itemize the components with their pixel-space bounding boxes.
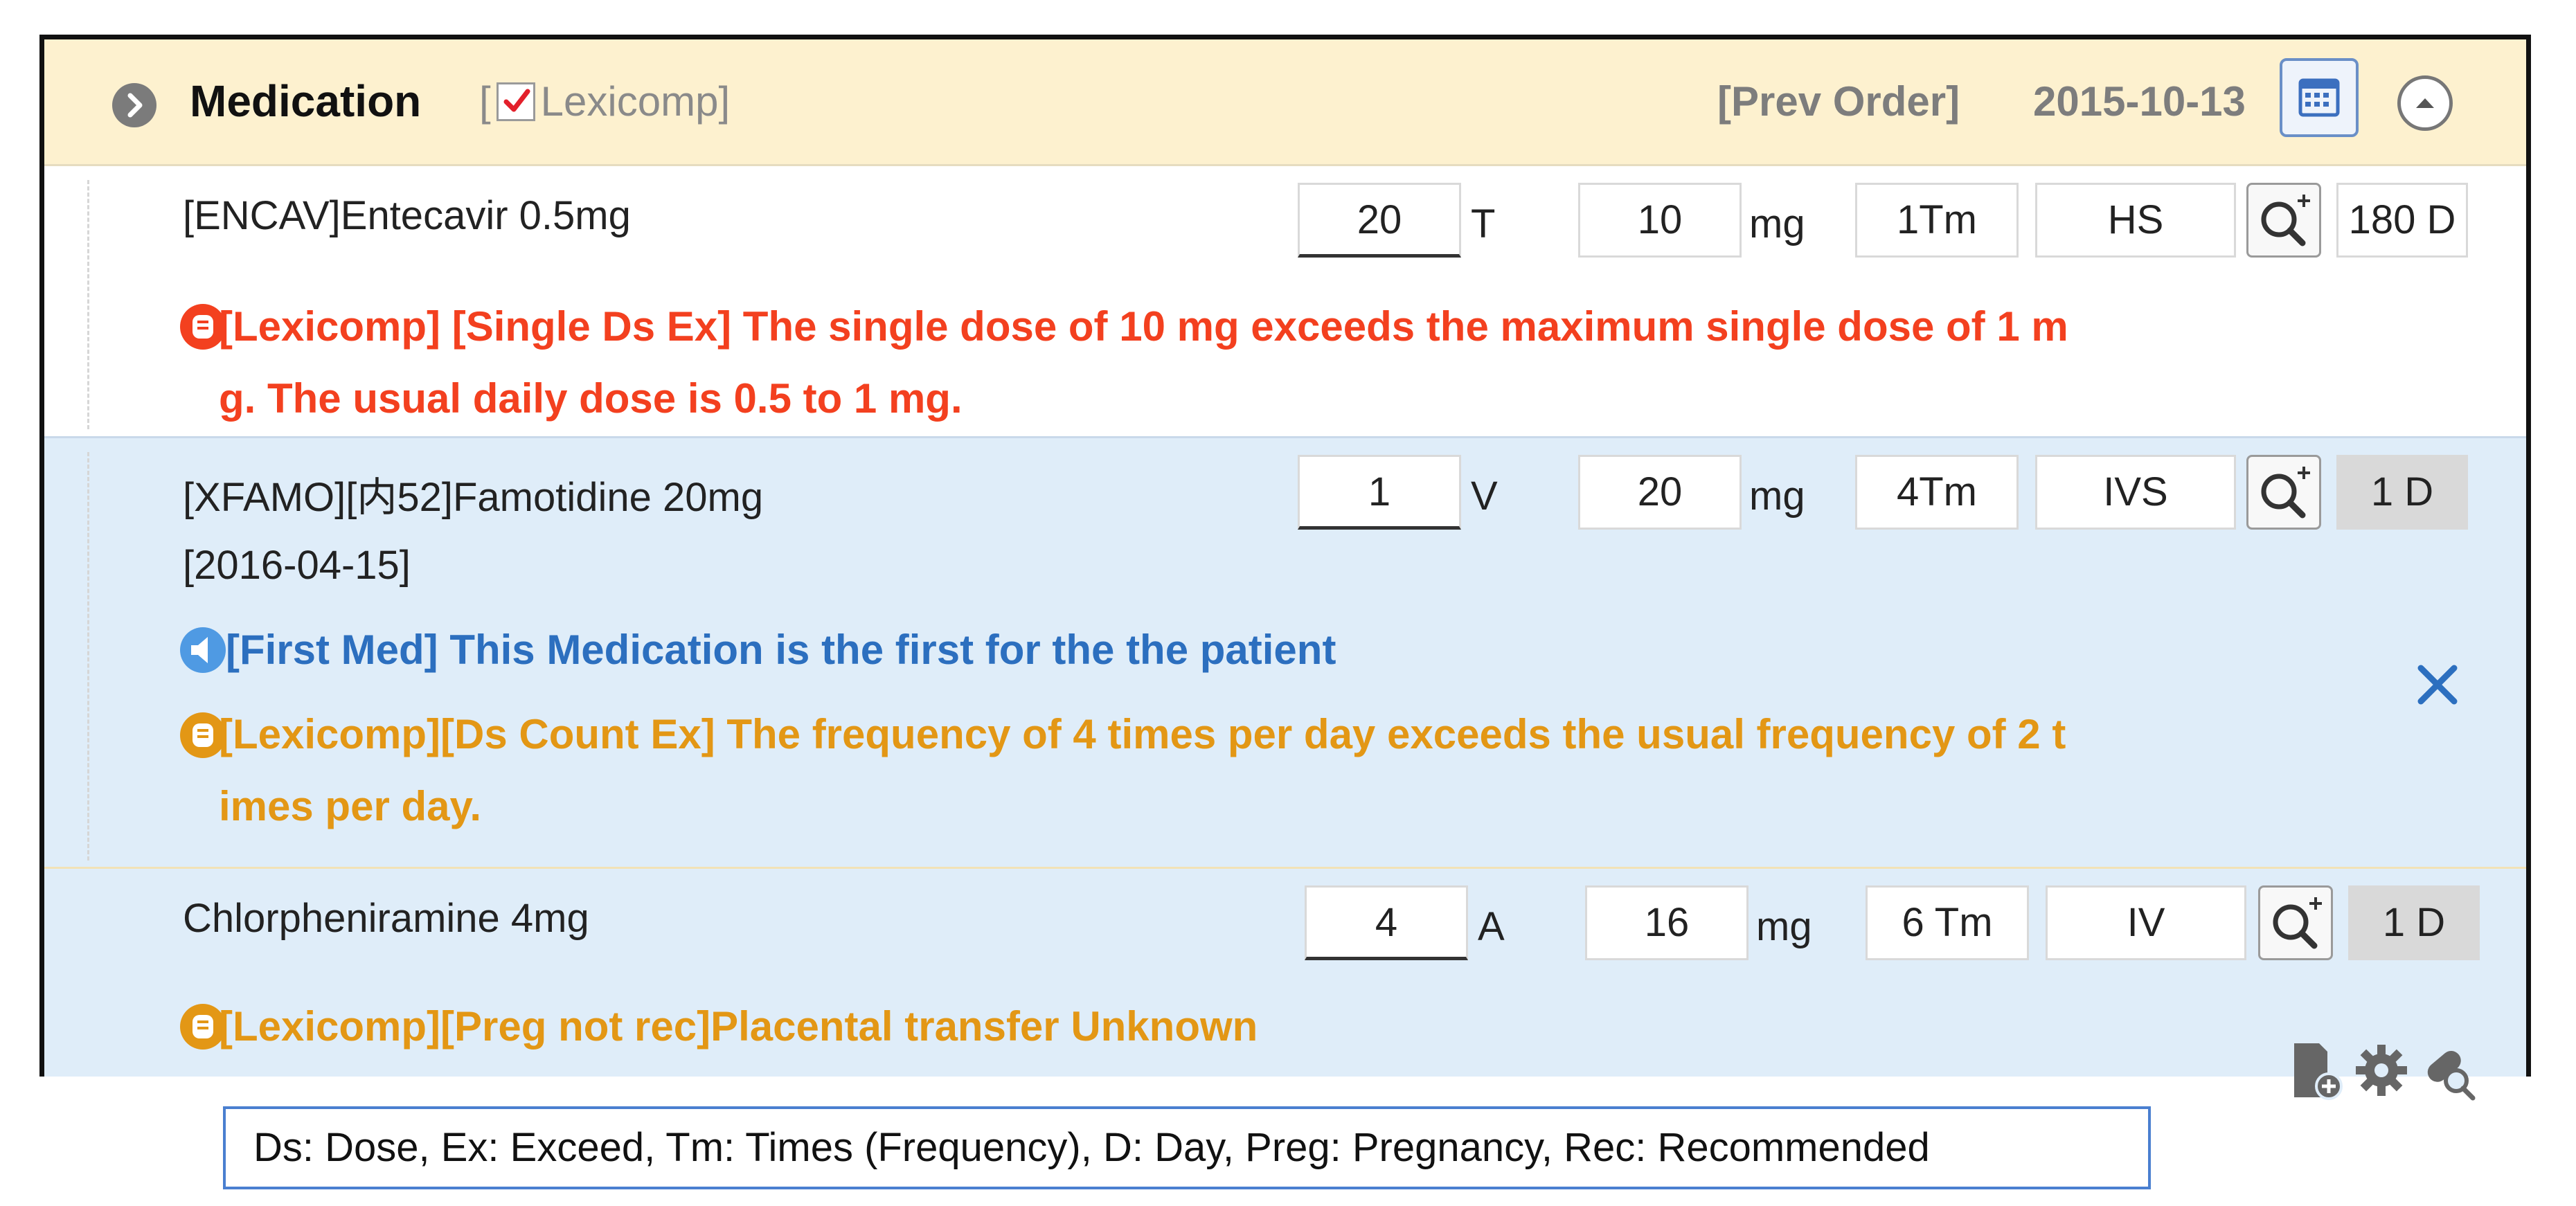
frequency-input[interactable]: 6 Tm [1866, 885, 2029, 960]
alert-info-icon [180, 627, 226, 673]
alert-dose-count: [Lexicomp][Ds Count Ex] The frequency of… [219, 699, 2317, 843]
calendar-icon[interactable] [2280, 58, 2359, 137]
drug-name: [ENCAV]Entecavir 0.5mg [183, 193, 631, 238]
order-row-chlorpheniramine[interactable]: Chlorpheniramine 4mg 4 A 16 mg 6 Tm IV 1… [44, 869, 2526, 1077]
abbreviation-legend: Ds: Dose, Ex: Exceed, Tm: Times (Frequen… [223, 1106, 2151, 1189]
alert-pregnancy: [Lexicomp][Preg not rec]Placental transf… [219, 1003, 1258, 1050]
alert-first-med: [First Med] This Medication is the first… [226, 627, 1336, 673]
lexicomp-label: Lexicomp] [540, 78, 731, 125]
medication-panel: Medication [ Lexicomp] [Prev Order] 2015-… [39, 35, 2531, 1101]
medication-header: Medication [ Lexicomp] [Prev Order] 2015-… [44, 39, 2526, 166]
zoom-in-icon[interactable] [2246, 183, 2321, 258]
days-input[interactable]: 180 D [2336, 183, 2468, 258]
zoom-in-icon[interactable] [2258, 885, 2333, 960]
pill-search-icon[interactable] [2416, 1039, 2478, 1101]
alert-single-dose: [Lexicomp] [Single Ds Ex] The single dos… [219, 291, 2317, 435]
prev-order-link[interactable]: [Prev Order] [1717, 78, 1960, 125]
lexicomp-toggle[interactable]: [ Lexicomp] [479, 78, 730, 125]
chevron-up-icon[interactable] [2397, 75, 2453, 131]
quantity-input[interactable]: 4 [1305, 885, 1468, 960]
chevron-right-icon[interactable] [112, 83, 156, 127]
lexicomp-bracket: [ [479, 78, 491, 125]
dose-input[interactable]: 16 [1585, 885, 1748, 960]
dose-unit: mg [1756, 904, 1812, 949]
section-title: Medication [190, 76, 422, 126]
frequency-input[interactable]: 4Tm [1855, 455, 2019, 530]
quantity-input[interactable]: 20 [1298, 183, 1461, 258]
alert-line: [Lexicomp][Ds Count Ex] The frequency of… [219, 711, 2066, 757]
dose-unit: mg [1749, 201, 1805, 246]
route-input[interactable]: IV [2046, 885, 2246, 960]
quantity-input[interactable]: 1 [1298, 455, 1461, 530]
document-add-icon[interactable] [2284, 1039, 2347, 1101]
quantity-unit: A [1478, 904, 1505, 949]
order-row-entecavir[interactable]: [ENCAV]Entecavir 0.5mg 20 T 10 mg 1Tm HS… [44, 166, 2526, 438]
order-row-famotidine[interactable]: [XFAMO][内52]Famotidine 20mg [2016-04-15]… [44, 438, 2526, 869]
drug-name: [XFAMO][内52]Famotidine 20mg [183, 475, 764, 520]
order-date: 2015-10-13 [2033, 78, 2246, 125]
days-input[interactable]: 1 D [2348, 885, 2480, 960]
alert-line: imes per day. [219, 783, 482, 829]
alert-line: g. The usual daily dose is 0.5 to 1 mg. [219, 375, 963, 422]
checkbox-checked-icon[interactable] [496, 82, 535, 121]
row-guide [87, 180, 89, 429]
gear-icon[interactable] [2350, 1039, 2413, 1101]
order-date-sub: [2016-04-15] [183, 543, 411, 588]
zoom-in-icon[interactable] [2246, 455, 2321, 530]
dose-input[interactable]: 20 [1578, 455, 1742, 530]
days-input[interactable]: 1 D [2336, 455, 2468, 530]
frequency-input[interactable]: 1Tm [1855, 183, 2019, 258]
quantity-unit: T [1471, 201, 1496, 246]
close-icon[interactable] [2413, 660, 2462, 710]
route-input[interactable]: HS [2035, 183, 2236, 258]
quantity-unit: V [1471, 474, 1498, 519]
alert-line: [Lexicomp] [Single Ds Ex] The single dos… [219, 303, 2068, 350]
dose-unit: mg [1749, 474, 1805, 519]
drug-name: Chlorpheniramine 4mg [183, 896, 589, 941]
route-input[interactable]: IVS [2035, 455, 2236, 530]
row-guide [87, 452, 89, 861]
dose-input[interactable]: 10 [1578, 183, 1742, 258]
